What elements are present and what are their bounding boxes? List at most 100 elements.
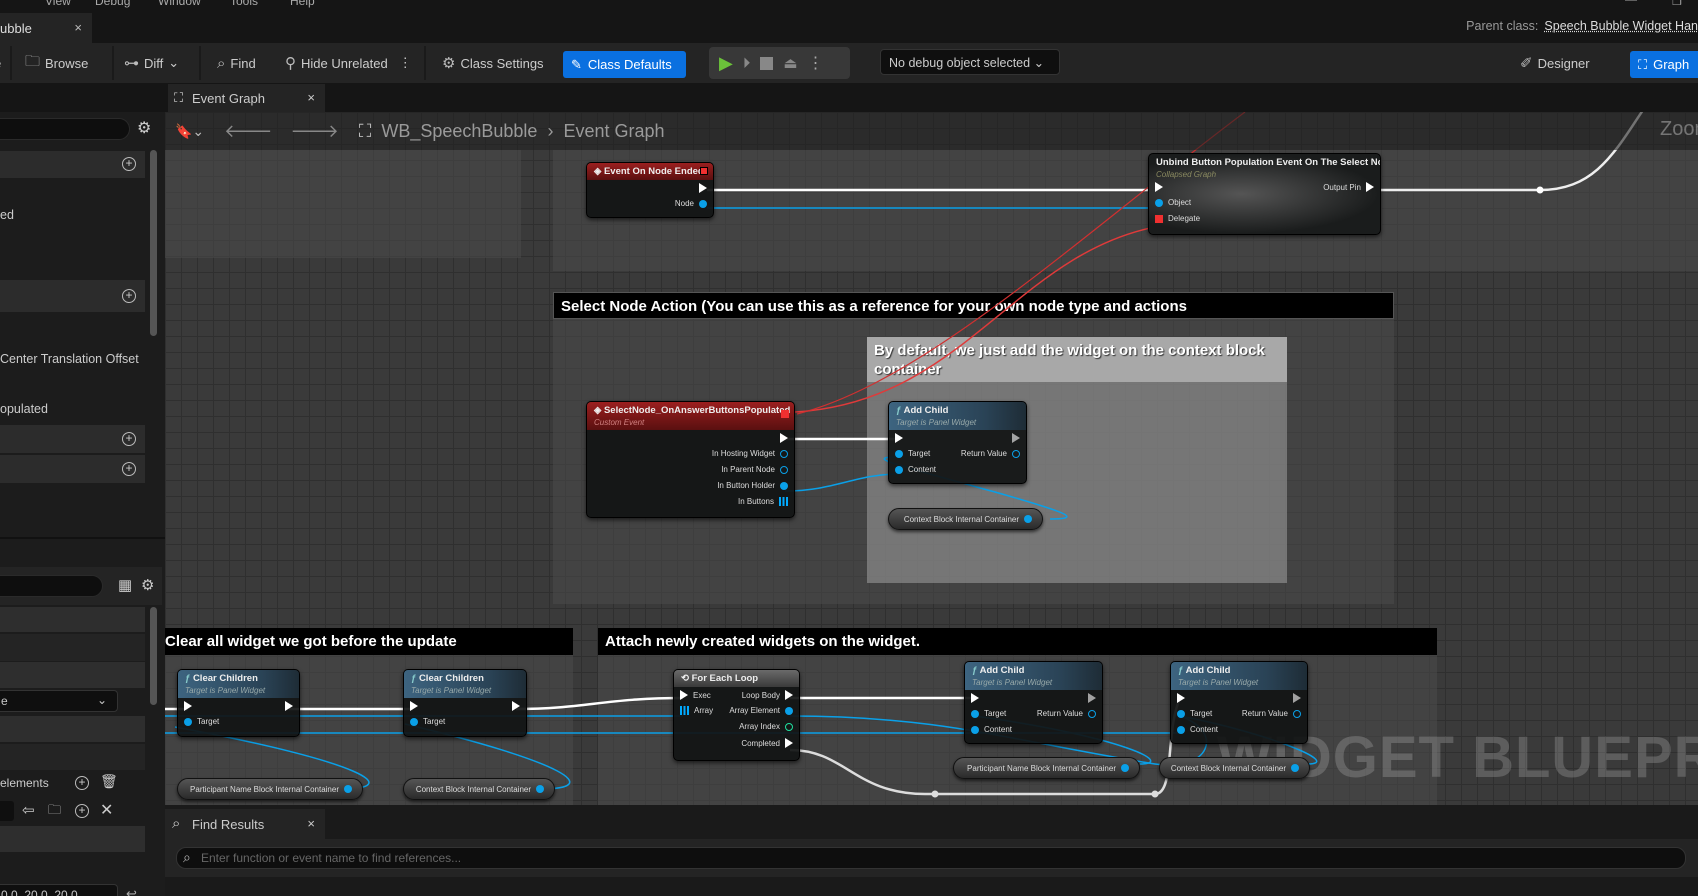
- section-header[interactable]: +: [0, 425, 145, 453]
- bookmark-icon[interactable]: 🔖⌄: [175, 123, 204, 140]
- gear-icon[interactable]: ⚙: [137, 118, 151, 138]
- add-icon[interactable]: +: [122, 432, 136, 446]
- tab-event-graph[interactable]: ⛶ Event Graph ×: [168, 84, 325, 112]
- back-arrow-icon[interactable]: 🡐: [224, 121, 272, 142]
- class-settings-button[interactable]: ⚙ Class Settings: [442, 43, 544, 83]
- section-header[interactable]: +: [0, 280, 145, 312]
- exec-in-pin[interactable]: [184, 701, 192, 711]
- object-pin[interactable]: [1177, 709, 1185, 718]
- exec-in-pin[interactable]: [680, 690, 688, 700]
- add-icon[interactable]: +: [75, 804, 89, 818]
- context-block-variable[interactable]: Context Block Internal Container: [1159, 757, 1310, 779]
- exec-out-pin[interactable]: [699, 183, 707, 193]
- list-item[interactable]: ed: [0, 208, 14, 222]
- add-child-node[interactable]: ƒ Add Child Target is Panel Widget Target R…: [1170, 661, 1308, 744]
- object-pin[interactable]: [1121, 764, 1129, 772]
- clear-children-node[interactable]: ƒ Clear Children Target is Panel Widget Ta…: [177, 669, 300, 737]
- array-pin[interactable]: [680, 706, 689, 715]
- clear-icon[interactable]: ✕: [100, 800, 113, 820]
- object-pin[interactable]: [1024, 515, 1032, 523]
- object-pin[interactable]: [1012, 449, 1020, 458]
- stop-icon[interactable]: [760, 56, 774, 70]
- object-pin[interactable]: [1088, 709, 1096, 718]
- participant-name-block-variable[interactable]: Participant Name Block Internal Containe…: [177, 778, 363, 800]
- parent-class-link[interactable]: Speech Bubble Widget Han: [1544, 19, 1698, 33]
- save-partial[interactable]: e: [0, 43, 1, 83]
- object-pin[interactable]: [699, 199, 707, 208]
- browse-button[interactable]: 🗀 Browse: [25, 43, 88, 83]
- asset-tab[interactable]: ubble ×: [0, 13, 92, 43]
- add-child-node[interactable]: ƒ Add Child Target is Panel Widget Target R…: [888, 401, 1027, 484]
- vector-value-field[interactable]: 0.0, 20.0, 20.0: [0, 884, 118, 896]
- gear-icon[interactable]: ⚙: [141, 576, 154, 594]
- more-options-icon[interactable]: ⋮: [399, 55, 412, 71]
- object-pin[interactable]: [344, 785, 352, 793]
- add-icon[interactable]: +: [122, 157, 136, 171]
- unbind-collapsed-node[interactable]: Unbind Button Population Event On The Se…: [1148, 153, 1381, 235]
- array-pin[interactable]: [779, 497, 788, 506]
- play-options-icon[interactable]: ⋮: [808, 53, 824, 73]
- designer-button[interactable]: ✐ Designer: [1520, 43, 1590, 83]
- list-item[interactable]: opulated: [0, 402, 48, 416]
- context-block-variable[interactable]: Context Block Internal Container: [888, 508, 1043, 530]
- object-pin[interactable]: [184, 717, 192, 726]
- object-pin[interactable]: [780, 449, 788, 458]
- exec-in-pin[interactable]: [1155, 182, 1163, 192]
- reset-icon[interactable]: ↩: [126, 886, 137, 896]
- property-dropdown[interactable]: e ⌄: [0, 690, 118, 712]
- graph-canvas[interactable]: Select Node Action (You can use this as …: [165, 112, 1698, 805]
- delegate-pin[interactable]: [1155, 214, 1163, 223]
- menu-window[interactable]: Window: [158, 0, 201, 8]
- exec-in-pin[interactable]: [895, 433, 903, 443]
- object-pin[interactable]: [410, 717, 418, 726]
- class-defaults-button[interactable]: ✎ Class Defaults: [563, 51, 686, 78]
- exec-in-pin[interactable]: [1177, 693, 1185, 703]
- diff-button[interactable]: ⊶ Diff ⌄: [124, 43, 179, 83]
- step-icon[interactable]: ⏵: [743, 55, 751, 72]
- graph-mode-button[interactable]: ⛶ Graph: [1630, 51, 1698, 78]
- exec-out-pin[interactable]: [1293, 693, 1301, 703]
- object-pin[interactable]: [536, 785, 544, 793]
- browse-folder-icon[interactable]: 🗀: [48, 801, 61, 823]
- forward-arrow-icon[interactable]: 🡒: [290, 121, 338, 142]
- object-pin[interactable]: [971, 709, 979, 718]
- for-each-loop-node[interactable]: ⟲ For Each Loop Exec Loop Body Array Array…: [673, 669, 800, 761]
- object-pin[interactable]: [780, 481, 788, 490]
- close-icon[interactable]: ×: [307, 816, 315, 831]
- use-selected-icon[interactable]: ⇦: [22, 801, 35, 819]
- exec-out-pin[interactable]: [785, 738, 793, 748]
- find-button[interactable]: ⌕ Find: [217, 43, 256, 83]
- section-header[interactable]: +: [0, 151, 145, 178]
- scrollbar[interactable]: [150, 150, 157, 336]
- exec-out-pin[interactable]: [285, 701, 293, 711]
- add-icon[interactable]: +: [122, 289, 136, 303]
- menu-view[interactable]: View: [45, 0, 71, 8]
- object-pin[interactable]: [1155, 198, 1163, 207]
- scrollbar[interactable]: [150, 607, 157, 705]
- object-pin[interactable]: [780, 465, 788, 474]
- event-on-node-ended-node[interactable]: ◈ Event On Node Ended Node: [586, 162, 714, 218]
- table-icon[interactable]: ▦: [118, 576, 132, 594]
- section-header[interactable]: +: [0, 455, 145, 483]
- restore-icon[interactable]: ❐: [1672, 0, 1682, 8]
- context-block-variable[interactable]: Context Block Internal Container: [403, 778, 555, 800]
- hide-unrelated-button[interactable]: ⚲ Hide Unrelated ⋮: [285, 43, 412, 83]
- object-pin[interactable]: [895, 449, 903, 458]
- add-icon[interactable]: +: [122, 462, 136, 476]
- object-pin[interactable]: [895, 465, 903, 474]
- exec-out-pin[interactable]: [1366, 182, 1374, 192]
- object-pin[interactable]: [1291, 764, 1299, 772]
- close-icon[interactable]: ×: [74, 20, 82, 35]
- participant-name-block-variable[interactable]: Participant Name Block Internal Containe…: [953, 757, 1140, 779]
- exec-out-pin[interactable]: [785, 690, 793, 700]
- breadcrumb-graph[interactable]: Event Graph: [563, 121, 664, 142]
- menu-help[interactable]: Help: [290, 0, 315, 8]
- trash-icon[interactable]: 🗑: [100, 773, 118, 790]
- int-pin[interactable]: [785, 722, 793, 731]
- exec-out-pin[interactable]: [1012, 433, 1020, 443]
- object-pin[interactable]: [1177, 725, 1185, 734]
- object-pin[interactable]: [785, 706, 793, 715]
- close-icon[interactable]: ×: [307, 90, 315, 105]
- search-input[interactable]: [0, 118, 130, 140]
- exec-out-pin[interactable]: [780, 433, 788, 443]
